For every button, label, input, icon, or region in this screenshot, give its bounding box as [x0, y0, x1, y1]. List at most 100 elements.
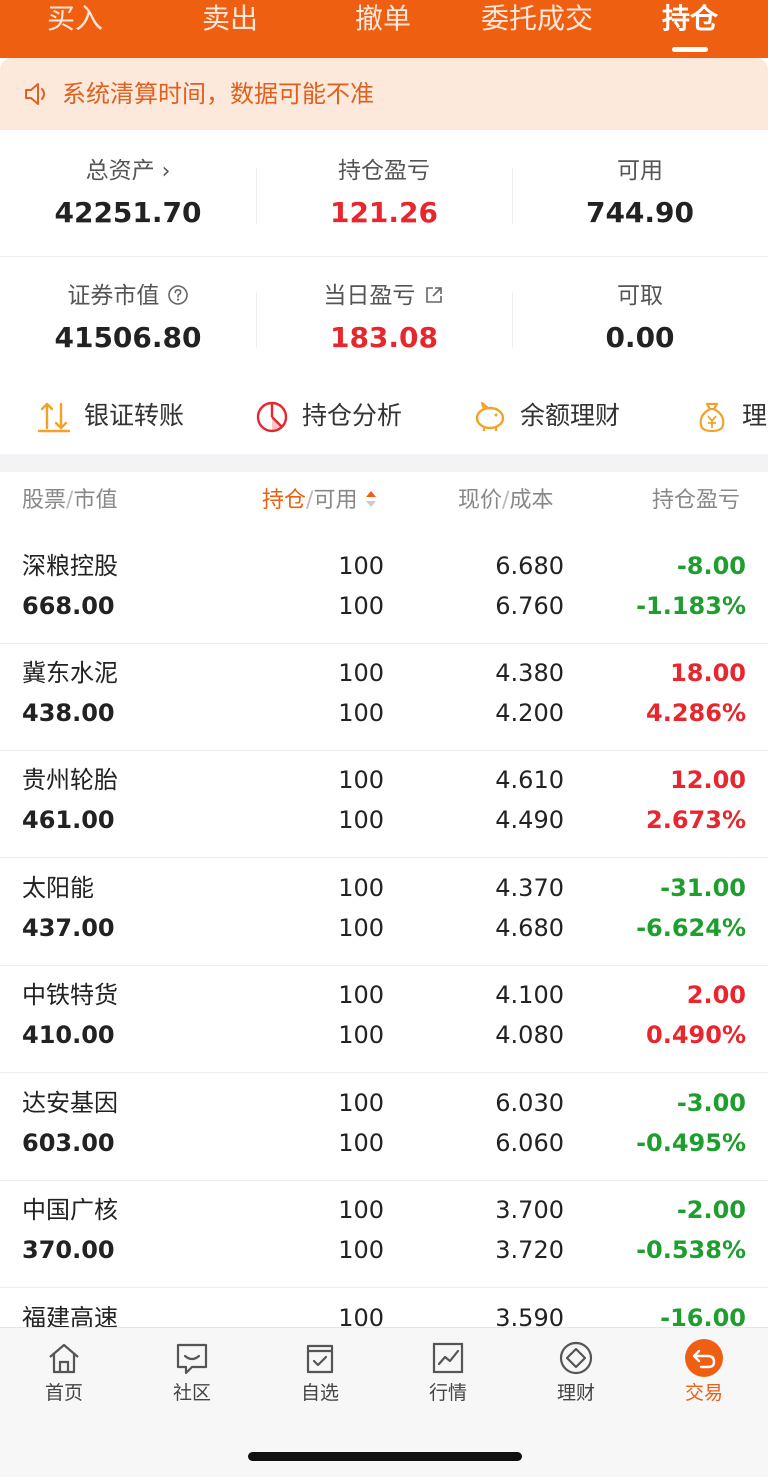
header-stock-marketvalue: 股票/市值 — [22, 488, 118, 513]
current-price: 4.380 — [495, 659, 564, 687]
holding-qty: 100 — [338, 766, 384, 794]
daily-pl-cell[interactable]: 当日盈亏 183.08 — [256, 280, 512, 358]
tab-positions-label: 持仓 — [661, 2, 718, 35]
position-row[interactable]: 达安基因 603.00 100 100 6.030 6.060 -3.00 -0… — [0, 1074, 768, 1181]
home-icon — [49, 1343, 79, 1374]
sort-icon — [366, 491, 377, 507]
holding-qty: 100 — [338, 1196, 384, 1224]
row-divider — [0, 1072, 768, 1073]
notice-banner: 系统清算时间，数据可能不准 — [0, 58, 768, 130]
available-qty: 100 — [338, 699, 384, 727]
market-value-value: 41506.80 — [54, 321, 202, 354]
wealth-label: 理财 — [742, 401, 768, 430]
header-holding-available[interactable]: 持仓/可用 — [262, 484, 378, 518]
section-gap — [0, 454, 768, 472]
pl-percent: 0.490% — [646, 1021, 746, 1049]
total-assets-cell[interactable]: 总资产 › 42251.70 — [0, 155, 256, 233]
position-row[interactable]: 太阳能 437.00 100 100 4.370 4.680 -31.00 -6… — [0, 859, 768, 966]
cost-price: 4.080 — [495, 1021, 564, 1049]
tab-orders-trades[interactable]: 委托成交 — [462, 0, 612, 58]
nav-community[interactable]: 社区 — [128, 1338, 256, 1408]
tab-buy[interactable]: 买入 — [0, 0, 150, 58]
position-row[interactable]: 深粮控股 668.00 100 100 6.680 6.760 -8.00 -1… — [0, 537, 768, 644]
piggy-bank-icon — [475, 401, 505, 431]
nav-home-label: 首页 — [44, 1382, 83, 1404]
tab-cancel[interactable]: 撤单 — [308, 0, 458, 58]
speaker-icon — [25, 83, 45, 105]
help-circle-icon[interactable] — [167, 284, 189, 306]
stock-name: 深粮控股 — [22, 552, 118, 580]
header-position-pl[interactable]: 持仓盈亏 — [652, 484, 748, 518]
pl-percent: -6.624% — [636, 914, 746, 942]
position-row[interactable]: 中铁特货 410.00 100 100 4.100 4.080 2.00 0.4… — [0, 966, 768, 1073]
stock-name: 太阳能 — [22, 874, 94, 902]
holding-qty: 100 — [338, 1089, 384, 1117]
available-qty: 100 — [338, 1236, 384, 1264]
holding-qty: 100 — [338, 874, 384, 902]
current-price: 4.610 — [495, 766, 564, 794]
pl-percent: 4.286% — [646, 699, 746, 727]
market-value: 410.00 — [22, 1021, 115, 1049]
nav-wealth[interactable]: 理财 — [512, 1338, 640, 1408]
header-holding: 持仓 — [262, 488, 307, 513]
nav-watchlist[interactable]: 自选 — [256, 1338, 384, 1408]
pl-amount: -3.00 — [676, 1089, 746, 1117]
nav-wealth-label: 理财 — [556, 1382, 595, 1404]
bank-transfer-label: 银证转账 — [84, 401, 185, 430]
pl-percent: -0.495% — [636, 1129, 746, 1157]
withdrawable-cell: 可取 0.00 — [512, 280, 768, 358]
tab-sell[interactable]: 卖出 — [155, 0, 305, 58]
available-qty: 100 — [338, 1129, 384, 1157]
current-price: 3.700 — [495, 1196, 564, 1224]
nav-home[interactable]: 首页 — [0, 1338, 128, 1408]
cost-price: 6.060 — [495, 1129, 564, 1157]
row-divider — [0, 1287, 768, 1288]
total-assets-value: 42251.70 — [54, 196, 202, 229]
nav-trade[interactable]: 交易 — [640, 1338, 768, 1408]
position-analysis-button[interactable]: 持仓分析 — [254, 396, 424, 440]
position-row[interactable]: 贵州轮胎 461.00 100 100 4.610 4.490 12.00 2.… — [0, 751, 768, 858]
pie-chart-icon — [256, 401, 288, 433]
market-value: 461.00 — [22, 806, 115, 834]
current-price: 6.030 — [495, 1089, 564, 1117]
current-price: 4.370 — [495, 874, 564, 902]
pl-amount: 18.00 — [670, 659, 746, 687]
nav-market[interactable]: 行情 — [384, 1338, 512, 1408]
header-price-cost[interactable]: 现价/成本 — [458, 484, 553, 518]
pl-amount: 12.00 — [670, 766, 746, 794]
position-row[interactable]: 中国广核 370.00 100 100 3.700 3.720 -2.00 -0… — [0, 1181, 768, 1288]
wealth-button[interactable]: 理财 — [694, 396, 768, 440]
row-divider — [0, 857, 768, 858]
daily-pl-value: 183.08 — [329, 321, 439, 354]
position-pl-cell: 持仓盈亏 121.26 — [256, 155, 512, 233]
external-link-icon[interactable] — [423, 284, 445, 306]
home-indicator — [248, 1452, 522, 1461]
available-cell: 可用 744.90 — [512, 155, 768, 233]
available-qty: 100 — [338, 1021, 384, 1049]
tab-positions[interactable]: 持仓 — [615, 0, 765, 58]
checked-folder-icon — [306, 1344, 334, 1374]
market-value: 437.00 — [22, 914, 115, 942]
cost-price: 4.680 — [495, 914, 564, 942]
nav-watchlist-label: 自选 — [300, 1382, 339, 1404]
withdrawable-label: 可取 — [617, 283, 663, 309]
position-pl-label: 持仓盈亏 — [338, 158, 430, 184]
notice-text: 系统清算时间，数据可能不准 — [62, 80, 374, 108]
pl-amount: -8.00 — [676, 552, 746, 580]
available-value: 744.90 — [585, 196, 695, 229]
position-row[interactable]: 冀东水泥 438.00 100 100 4.380 4.200 18.00 4.… — [0, 644, 768, 751]
trade-return-icon — [685, 1339, 723, 1377]
section-divider — [0, 256, 768, 257]
holding-qty: 100 — [338, 552, 384, 580]
stock-name: 冀东水泥 — [22, 659, 118, 687]
balance-wealth-button[interactable]: 余额理财 — [472, 396, 642, 440]
active-tab-indicator — [672, 47, 708, 52]
withdrawable-value: 0.00 — [605, 321, 675, 354]
market-value-cell[interactable]: 证券市值 41506.80 — [0, 280, 256, 358]
pl-amount: 2.00 — [686, 981, 746, 1009]
available-qty: 100 — [338, 592, 384, 620]
available-label: 可用 — [617, 158, 663, 184]
stock-name: 中铁特货 — [22, 981, 118, 1009]
diamond-circle-icon — [559, 1341, 593, 1375]
bank-transfer-button[interactable]: 银证转账 — [36, 396, 206, 440]
